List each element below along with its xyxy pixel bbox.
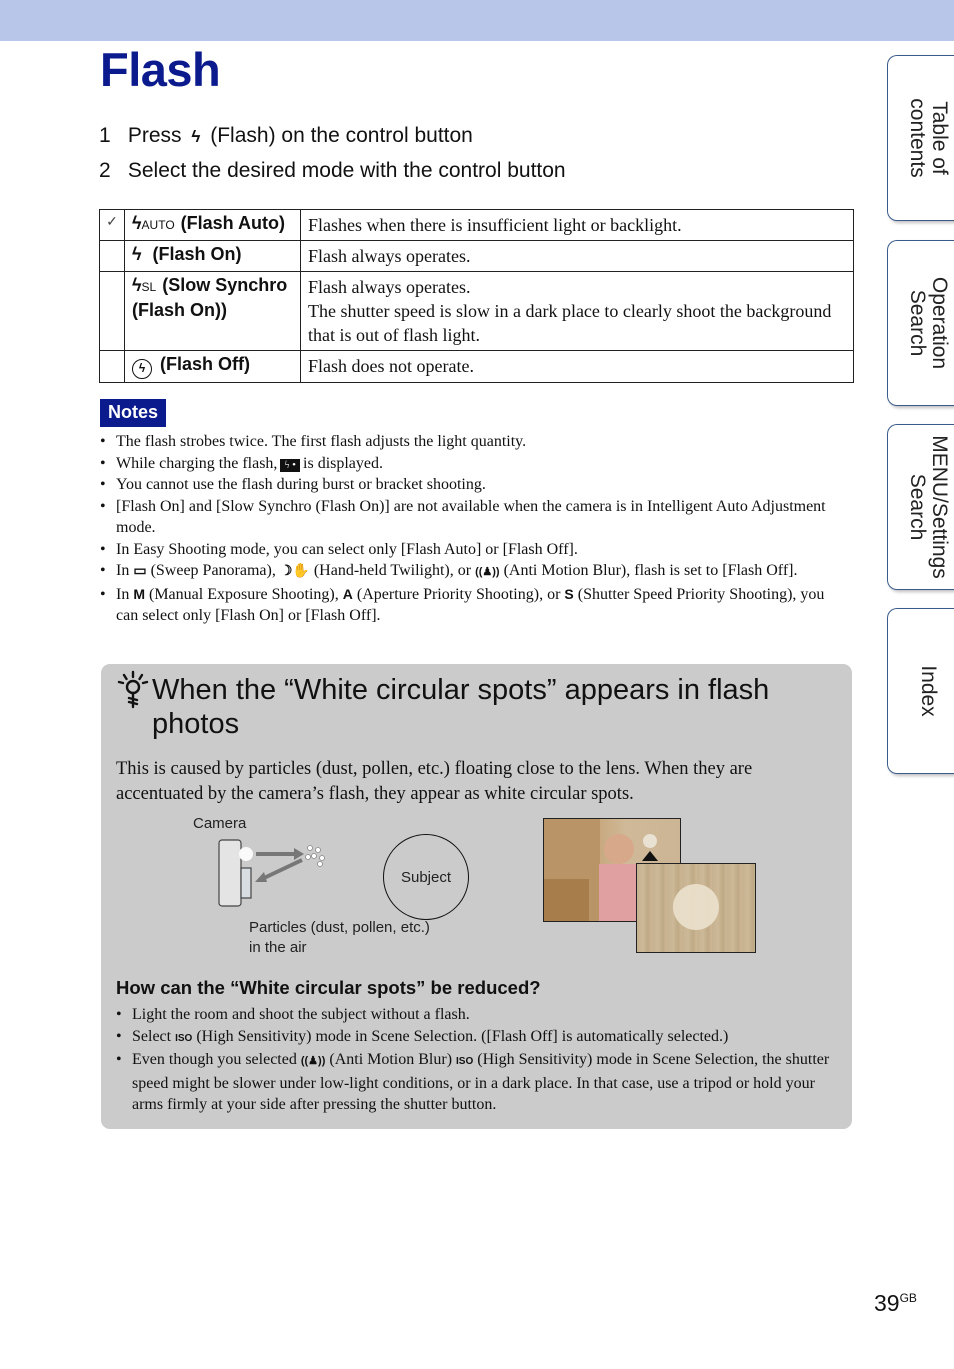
flash-icon: ϟ	[191, 127, 201, 146]
step-1: 1 Press ϟ (Flash) on the control button	[99, 124, 473, 148]
sweep-panorama-icon: ▭	[133, 562, 147, 578]
subject-circle: Subject	[383, 834, 469, 920]
mode-description: Flashes when there is insufficient light…	[300, 209, 854, 241]
table-row: ϟ (Flash On) Flash always operates.	[99, 240, 854, 272]
camera-lens-icon	[240, 867, 252, 899]
anti-motion-blur-icon: ((♟))	[475, 566, 500, 578]
reduce-heading: How can the “White circular spots” be re…	[116, 977, 541, 998]
list-item: While charging the flash,ϟ •is displayed…	[100, 453, 840, 475]
default-check-icon: ✓	[99, 209, 125, 241]
tab-menu-settings-search[interactable]: MENU/Settings Search	[887, 424, 954, 590]
list-item: Even though you selected ((♟)) (Anti Mot…	[116, 1049, 836, 1116]
tip-body: This is caused by particles (dust, polle…	[116, 759, 753, 804]
aperture-priority-icon: A	[342, 585, 353, 602]
tab-operation-search[interactable]: Operation Search	[887, 240, 954, 406]
anti-motion-blur-icon: ((♟))	[300, 1055, 326, 1067]
list-item: In Easy Shooting mode, you can select on…	[100, 539, 840, 561]
slow-synchro-icon: ϟSL	[132, 275, 157, 295]
step-number: 2	[99, 159, 111, 182]
mode-description: Flash always operates.	[300, 240, 854, 272]
mode-description: Flash always operates. The shutter speed…	[300, 271, 854, 351]
flash-on-icon: ϟ	[132, 244, 142, 264]
particles-label: in the air	[249, 939, 307, 956]
notes-badge: Notes	[100, 399, 166, 427]
tab-table-of-contents[interactable]: Table of contents	[887, 55, 954, 221]
flash-burst-icon	[239, 847, 253, 861]
tip-title: When the “White circular spots” appears …	[152, 674, 770, 740]
flash-auto-icon: ϟAUTO	[132, 213, 175, 233]
particles-label: Particles (dust, pollen, etc.)	[249, 919, 430, 936]
mode-description: Flash does not operate.	[300, 350, 854, 383]
camera-label: Camera	[193, 815, 247, 832]
page-number: 39GB	[874, 1290, 917, 1316]
list-item: In M (Manual Exposure Shooting), A (Aper…	[100, 584, 840, 627]
mode-name: ϟ (Flash On)	[124, 240, 301, 272]
flash-off-icon: ϟ	[132, 358, 152, 379]
mode-name: ϟ (Flash Off)	[124, 350, 301, 383]
step-text: Select the desired mode with the control…	[127, 159, 566, 182]
list-item: The flash strobes twice. The first flash…	[100, 431, 840, 453]
table-row: ϟ (Flash Off) Flash does not operate.	[99, 350, 854, 383]
flash-charging-icon: ϟ •	[280, 458, 301, 472]
list-item: [Flash On] and [Slow Synchro (Flash On)]…	[100, 496, 840, 539]
table-row: ✓ ϟAUTO (Flash Auto) Flashes when there i…	[99, 209, 854, 241]
step-text: Press	[127, 124, 182, 147]
step-number: 1	[99, 124, 111, 147]
page-title: Flash	[100, 43, 221, 96]
tab-index[interactable]: Index	[887, 608, 954, 774]
mode-name: ϟAUTO (Flash Auto)	[124, 209, 301, 241]
header-band	[0, 0, 954, 41]
particles-icon	[305, 845, 325, 867]
list-item: Light the room and shoot the subject wit…	[116, 1004, 836, 1026]
manual-exposure-icon: M	[133, 585, 145, 602]
mode-name: ϟSL (Slow Synchro (Flash On))	[124, 271, 301, 351]
table-row: ϟSL (Slow Synchro (Flash On)) Flash alway…	[99, 271, 854, 351]
high-sensitivity-icon: ISO	[456, 1056, 474, 1067]
shutter-priority-icon: S	[564, 585, 574, 602]
list-item: Select ISO (High Sensitivity) mode in Sc…	[116, 1026, 836, 1050]
camera-diagram	[218, 839, 325, 907]
step-text: (Flash) on the control button	[210, 124, 473, 147]
step-2: 2 Select the desired mode with the contr…	[99, 159, 566, 183]
camera-body-icon	[218, 839, 242, 907]
reflect-arrow	[263, 858, 303, 880]
flash-mode-table: ✓ ϟAUTO (Flash Auto) Flashes when there i…	[99, 209, 854, 383]
list-item: You cannot use the flash during burst or…	[100, 474, 840, 496]
notes-list: The flash strobes twice. The first flash…	[100, 431, 840, 627]
high-sensitivity-icon: ISO	[175, 1032, 193, 1044]
hint-lightbulb-icon	[117, 670, 149, 709]
reduce-list: Light the room and shoot the subject wit…	[116, 1004, 836, 1116]
hand-held-twilight-icon: ☽✋	[279, 562, 310, 578]
list-item: In ▭ (Sweep Panorama), ☽✋ (Hand-held Twi…	[100, 560, 840, 584]
sample-photo-closeup	[636, 863, 756, 953]
